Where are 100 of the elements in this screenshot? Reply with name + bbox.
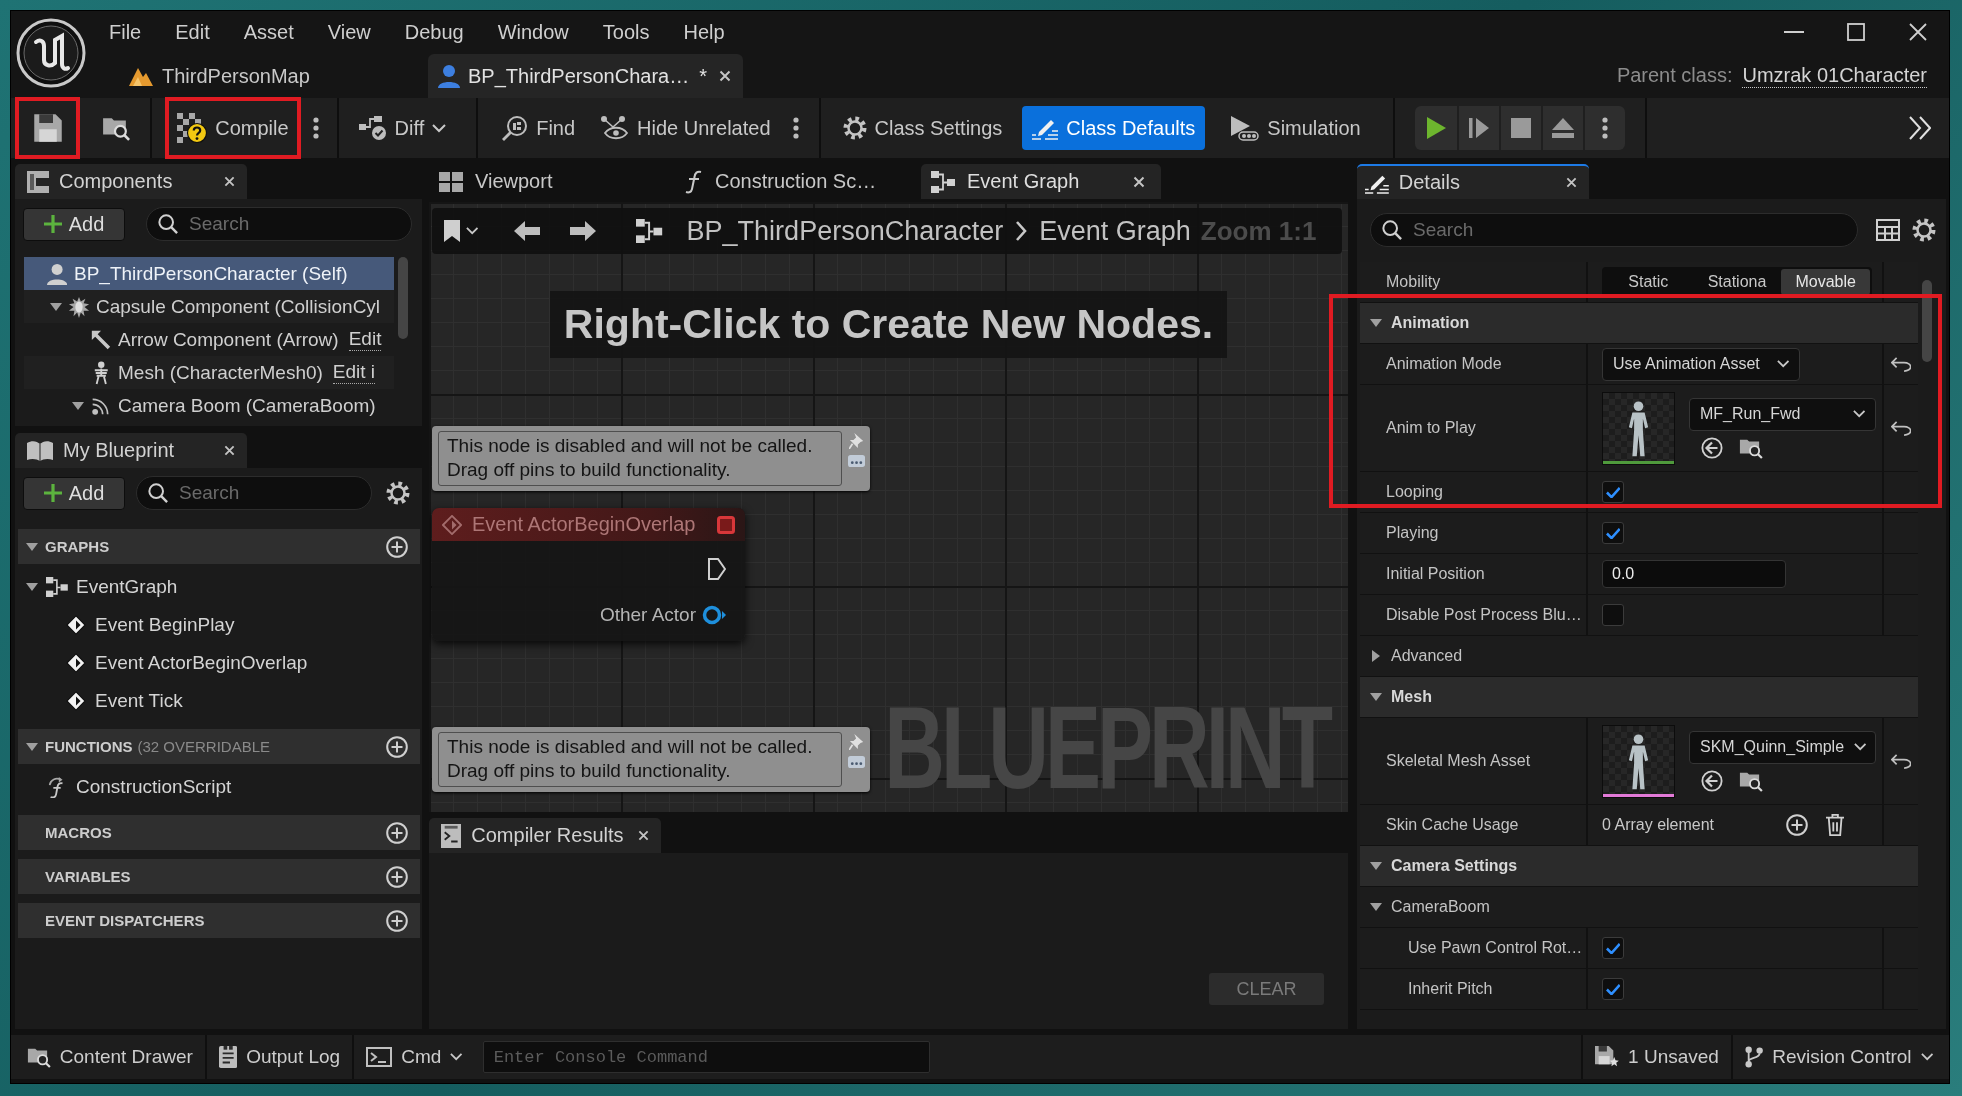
- tree-item[interactable]: Arrow Component (Arrow) Edit: [24, 323, 394, 356]
- checkbox[interactable]: [1602, 937, 1624, 959]
- close-icon[interactable]: [1909, 23, 1927, 41]
- close-icon[interactable]: [1566, 177, 1577, 188]
- simulation-button[interactable]: Simulation: [1221, 106, 1369, 150]
- close-icon[interactable]: [224, 176, 235, 187]
- checkbox[interactable]: [1602, 978, 1624, 1000]
- document-tab[interactable]: BP_ThirdPersonChara… *: [428, 54, 743, 98]
- arrow-circle-icon[interactable]: [1701, 436, 1723, 459]
- tree-item[interactable]: Event BeginPlay: [18, 606, 420, 644]
- settings-icon[interactable]: [386, 481, 410, 505]
- checkbox[interactable]: [1602, 481, 1624, 503]
- eject-icon[interactable]: [1551, 118, 1574, 138]
- caret-down-icon[interactable]: [1370, 862, 1382, 870]
- checkbox[interactable]: [1602, 522, 1624, 544]
- menu-item[interactable]: Debug: [387, 15, 481, 49]
- add-button[interactable]: Add: [23, 476, 125, 510]
- section-header[interactable]: GRAPHS: [18, 529, 420, 564]
- node-graph-icon[interactable]: [636, 219, 663, 243]
- stop-icon[interactable]: [1510, 118, 1531, 138]
- scrollbar[interactable]: [398, 257, 408, 339]
- close-icon[interactable]: [224, 445, 235, 456]
- section-header[interactable]: FUNCTIONS (32 OVERRIDABLE: [18, 729, 420, 764]
- cmd-button[interactable]: Cmd: [354, 1037, 475, 1077]
- arrow-circle-icon[interactable]: [1701, 769, 1723, 792]
- close-icon[interactable]: [1133, 175, 1145, 188]
- double-chevron-icon[interactable]: [1909, 116, 1931, 140]
- menu-item[interactable]: Tools: [585, 15, 667, 49]
- console-input[interactable]: Enter Console Command: [482, 1041, 930, 1073]
- editor-tab[interactable]: Construction Sc…: [675, 164, 915, 199]
- comment-node[interactable]: This node is disabled and will not be called. Drag off pins to build functionality.: [432, 426, 870, 491]
- segment-option[interactable]: Stationa: [1692, 269, 1782, 295]
- content-drawer-button[interactable]: Content Drawer: [15, 1037, 205, 1077]
- editor-tab[interactable]: Viewport: [429, 164, 669, 199]
- add-icon[interactable]: [1786, 814, 1809, 836]
- add-icon[interactable]: [386, 821, 408, 844]
- menu-item[interactable]: Window: [480, 15, 586, 49]
- find-button[interactable]: Find: [494, 106, 584, 150]
- logo-icon[interactable]: [16, 18, 86, 88]
- compile-button[interactable]: Compile: [165, 97, 301, 159]
- section-header[interactable]: EVENT DISPATCHERS: [18, 903, 420, 938]
- category-header[interactable]: Animation: [1360, 303, 1918, 344]
- chevron-down-icon[interactable]: [466, 227, 479, 235]
- caret-down-icon[interactable]: [26, 542, 38, 551]
- hide-unrelated-button[interactable]: Hide Unrelated: [593, 106, 779, 150]
- close-icon[interactable]: [719, 70, 731, 82]
- panel-tab[interactable]: Compiler Results: [429, 818, 661, 853]
- caret-down-icon[interactable]: [72, 401, 84, 410]
- comment-node[interactable]: This node is disabled and will not be called. Drag off pins to build functionality.: [432, 727, 870, 792]
- dropdown[interactable]: SKM_Quinn_Simple: [1689, 730, 1876, 764]
- tree-item[interactable]: Camera Boom (CameraBoom): [24, 389, 394, 422]
- tree-item[interactable]: Event ActorBeginOverlap: [18, 644, 420, 682]
- tree-item[interactable]: BP_ThirdPersonCharacter (Self): [24, 257, 394, 290]
- tree-item[interactable]: EventGraph: [18, 568, 420, 606]
- comment-bubble-icon[interactable]: [847, 756, 865, 768]
- tree-item[interactable]: ConstructionScript: [18, 768, 420, 806]
- reset-arrow-icon[interactable]: [1890, 753, 1912, 769]
- add-icon[interactable]: [386, 535, 408, 558]
- maximize-icon[interactable]: [1847, 23, 1865, 41]
- play-icon[interactable]: [1425, 117, 1446, 139]
- folder-search-icon[interactable]: [102, 115, 131, 141]
- menu-item[interactable]: File: [92, 15, 159, 49]
- tree-item[interactable]: Event Tick: [18, 682, 420, 720]
- event-node[interactable]: Event ActorBeginOverlap Other Actor: [432, 508, 745, 641]
- search-field[interactable]: Search: [136, 476, 372, 510]
- panel-tab[interactable]: My Blueprint: [15, 433, 247, 468]
- more-icon[interactable]: [312, 117, 319, 139]
- caret-down-icon[interactable]: [26, 742, 38, 751]
- caret-down-icon[interactable]: [1370, 693, 1382, 701]
- close-icon[interactable]: [638, 830, 649, 841]
- class-settings-button[interactable]: Class Settings: [834, 106, 1011, 150]
- search-field[interactable]: Search: [146, 207, 412, 241]
- step-forward-icon[interactable]: [1468, 117, 1489, 139]
- caret-down-icon[interactable]: [1370, 903, 1382, 911]
- panel-tab[interactable]: Details: [1357, 164, 1589, 199]
- caret-down-icon[interactable]: [26, 583, 38, 591]
- menu-item[interactable]: Edit: [158, 15, 227, 49]
- more-icon[interactable]: [792, 117, 799, 139]
- output-log-button[interactable]: Output Log: [206, 1037, 353, 1077]
- add-icon[interactable]: [386, 865, 408, 888]
- checkbox[interactable]: [1602, 604, 1624, 626]
- dropdown[interactable]: Use Animation Asset: [1602, 347, 1800, 381]
- category-header[interactable]: Camera Settings: [1360, 846, 1918, 887]
- arrow-left-icon[interactable]: [514, 221, 541, 241]
- segment-option[interactable]: Static: [1604, 269, 1693, 295]
- class-defaults-button[interactable]: Class Defaults: [1022, 106, 1206, 150]
- caret-right-icon[interactable]: [1372, 650, 1380, 662]
- add-icon[interactable]: [386, 735, 408, 758]
- breadcrumb-link[interactable]: BP_ThirdPersonCharacter: [686, 215, 1004, 247]
- menu-item[interactable]: View: [310, 15, 388, 49]
- dropdown[interactable]: MF_Run_Fwd: [1689, 397, 1876, 431]
- menu-item[interactable]: Asset: [226, 15, 311, 49]
- editor-tab[interactable]: Event Graph: [921, 164, 1161, 199]
- reset-arrow-icon[interactable]: [1890, 356, 1912, 372]
- arrow-right-icon[interactable]: [570, 221, 597, 241]
- pentagon-pin-icon[interactable]: [708, 558, 726, 580]
- tree-item[interactable]: Mesh (CharacterMesh0) Edit i: [24, 356, 394, 389]
- more-icon[interactable]: [1601, 117, 1608, 139]
- edit-link[interactable]: Edit i: [332, 361, 376, 384]
- bookmark-icon[interactable]: [444, 220, 460, 242]
